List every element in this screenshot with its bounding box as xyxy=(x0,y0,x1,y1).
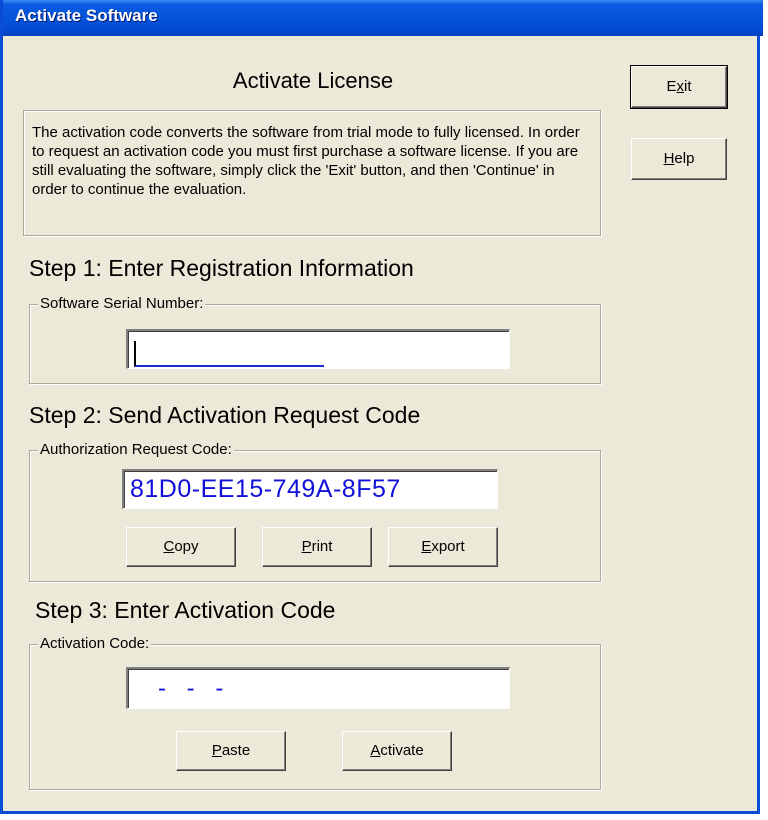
copy-button-label: Copy xyxy=(163,538,199,555)
print-button-label: Print xyxy=(301,538,333,555)
title-bar[interactable]: Activate Software xyxy=(3,0,763,36)
description-panel: The activation code converts the softwar… xyxy=(23,110,601,236)
serial-number-label: Software Serial Number: xyxy=(38,295,206,312)
request-code-label: Authorization Request Code: xyxy=(38,441,234,458)
window-title: Activate Software xyxy=(15,6,158,25)
page-title: Activate License xyxy=(232,68,394,93)
print-button[interactable]: Print xyxy=(262,527,372,567)
serial-number-input[interactable] xyxy=(126,329,510,369)
serial-number-group: Software Serial Number: xyxy=(29,295,601,384)
activate-button-label: Activate xyxy=(370,742,424,759)
export-button[interactable]: Export xyxy=(388,527,498,567)
activate-software-window: Activate Software Activate License The a… xyxy=(0,0,763,814)
paste-button-label: Paste xyxy=(211,742,251,759)
request-code-value: 81D0-EE15-749A-8F57 xyxy=(130,475,401,503)
activation-code-group: Activation Code: - - - Paste Activate xyxy=(29,635,601,790)
export-button-label: Export xyxy=(421,538,465,555)
help-button-label: Help xyxy=(663,150,695,167)
exit-button[interactable]: Exit xyxy=(630,65,728,109)
paste-button[interactable]: Paste xyxy=(176,731,286,771)
request-code-field[interactable]: 81D0-EE15-749A-8F57 xyxy=(122,469,498,509)
help-button[interactable]: Help xyxy=(631,138,727,180)
step1-title: Step 1: Enter Registration Information xyxy=(29,255,414,281)
serial-number-cursor xyxy=(134,341,324,367)
step2-title: Step 2: Send Activation Request Code xyxy=(29,402,421,428)
activate-button[interactable]: Activate xyxy=(342,731,452,771)
copy-button[interactable]: Copy xyxy=(126,527,236,567)
activation-code-label: Activation Code: xyxy=(38,635,152,652)
description-text: The activation code converts the softwar… xyxy=(32,124,580,198)
exit-button-label: Exit xyxy=(666,78,692,95)
activation-code-input[interactable]: - - - xyxy=(126,667,510,709)
request-code-group: Authorization Request Code: 81D0-EE15-74… xyxy=(29,441,601,582)
step3-title: Step 3: Enter Activation Code xyxy=(35,597,336,623)
activation-code-placeholder: - - - xyxy=(158,675,224,702)
